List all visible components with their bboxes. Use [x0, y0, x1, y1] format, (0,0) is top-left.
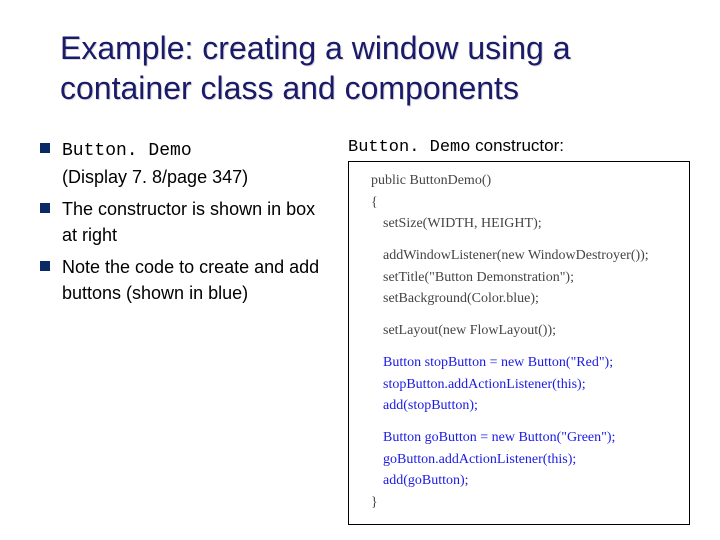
slide: Example: creating a window using a conta… — [0, 0, 720, 540]
code-line: setSize(WIDTH, HEIGHT); — [359, 213, 679, 235]
code-line-highlight: Button stopButton = new Button("Red"); — [359, 352, 679, 374]
code-line-highlight: stopButton.addActionListener(this); — [359, 374, 679, 396]
code-line-highlight: add(stopButton); — [359, 395, 679, 417]
content-columns: Button. Demo (Display 7. 8/page 347) The… — [30, 136, 690, 525]
code-line: setTitle("Button Demonstration"); — [359, 267, 679, 289]
code-line: setBackground(Color.blue); — [359, 288, 679, 310]
bullet-item: Button. Demo (Display 7. 8/page 347) — [34, 136, 330, 190]
code-line: setLayout(new FlowLayout()); — [359, 320, 679, 342]
code-line: public ButtonDemo() — [359, 170, 679, 192]
codebox-title-mono: Button. Demo — [348, 138, 470, 157]
code-line: { — [359, 192, 679, 214]
code-box: public ButtonDemo() { setSize(WIDTH, HEI… — [348, 161, 690, 525]
bullet-item: The constructor is shown in box at right — [34, 196, 330, 248]
codebox-title-rest: constructor: — [470, 136, 564, 155]
codebox-title: Button. Demo constructor: — [348, 136, 690, 157]
bullet-code-text: Button. Demo — [62, 141, 192, 161]
code-line: } — [359, 492, 679, 514]
bullet-subtext: (Display 7. 8/page 347) — [62, 167, 248, 187]
right-column: Button. Demo constructor: public ButtonD… — [348, 136, 690, 525]
left-column: Button. Demo (Display 7. 8/page 347) The… — [30, 136, 330, 525]
code-line-highlight: add(goButton); — [359, 470, 679, 492]
bullet-item: Note the code to create and add buttons … — [34, 254, 330, 306]
code-line: addWindowListener(new WindowDestroyer())… — [359, 245, 679, 267]
slide-title: Example: creating a window using a conta… — [60, 28, 690, 108]
code-line-highlight: Button goButton = new Button("Green"); — [359, 427, 679, 449]
bullet-list: Button. Demo (Display 7. 8/page 347) The… — [34, 136, 330, 307]
code-line-highlight: goButton.addActionListener(this); — [359, 449, 679, 471]
